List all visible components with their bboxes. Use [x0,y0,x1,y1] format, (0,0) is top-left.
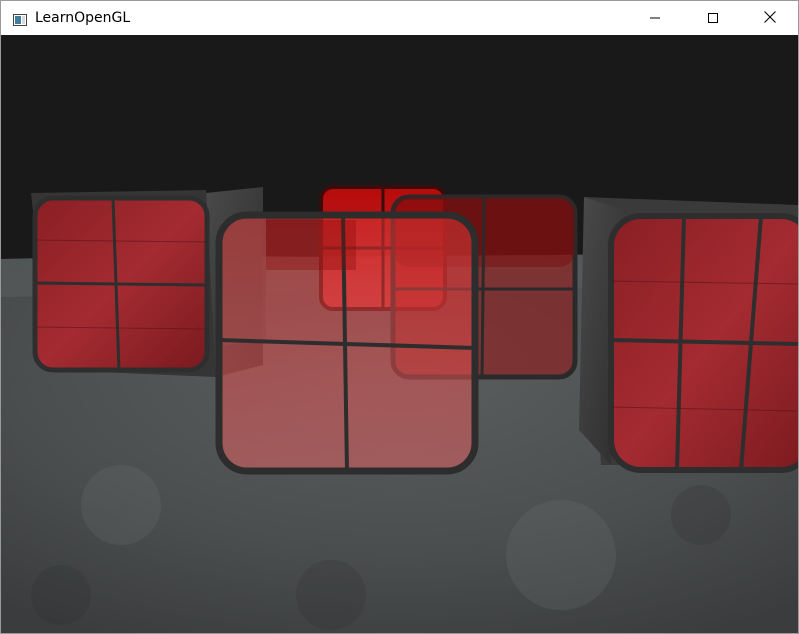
app-icon [13,11,27,26]
app-window: LearnOpenGL [0,0,799,634]
close-icon [763,9,777,28]
right-cube [579,197,798,473]
window-title: LearnOpenGL [35,10,131,26]
minimize-icon [649,9,661,28]
title-bar[interactable]: LearnOpenGL [1,1,798,35]
rendered-scene [1,35,798,633]
maximize-icon [707,9,719,28]
minimize-button[interactable] [626,1,684,35]
opengl-viewport[interactable] [1,35,798,633]
close-button[interactable] [741,1,798,35]
maximize-button[interactable] [684,1,742,35]
front-window [215,211,479,475]
